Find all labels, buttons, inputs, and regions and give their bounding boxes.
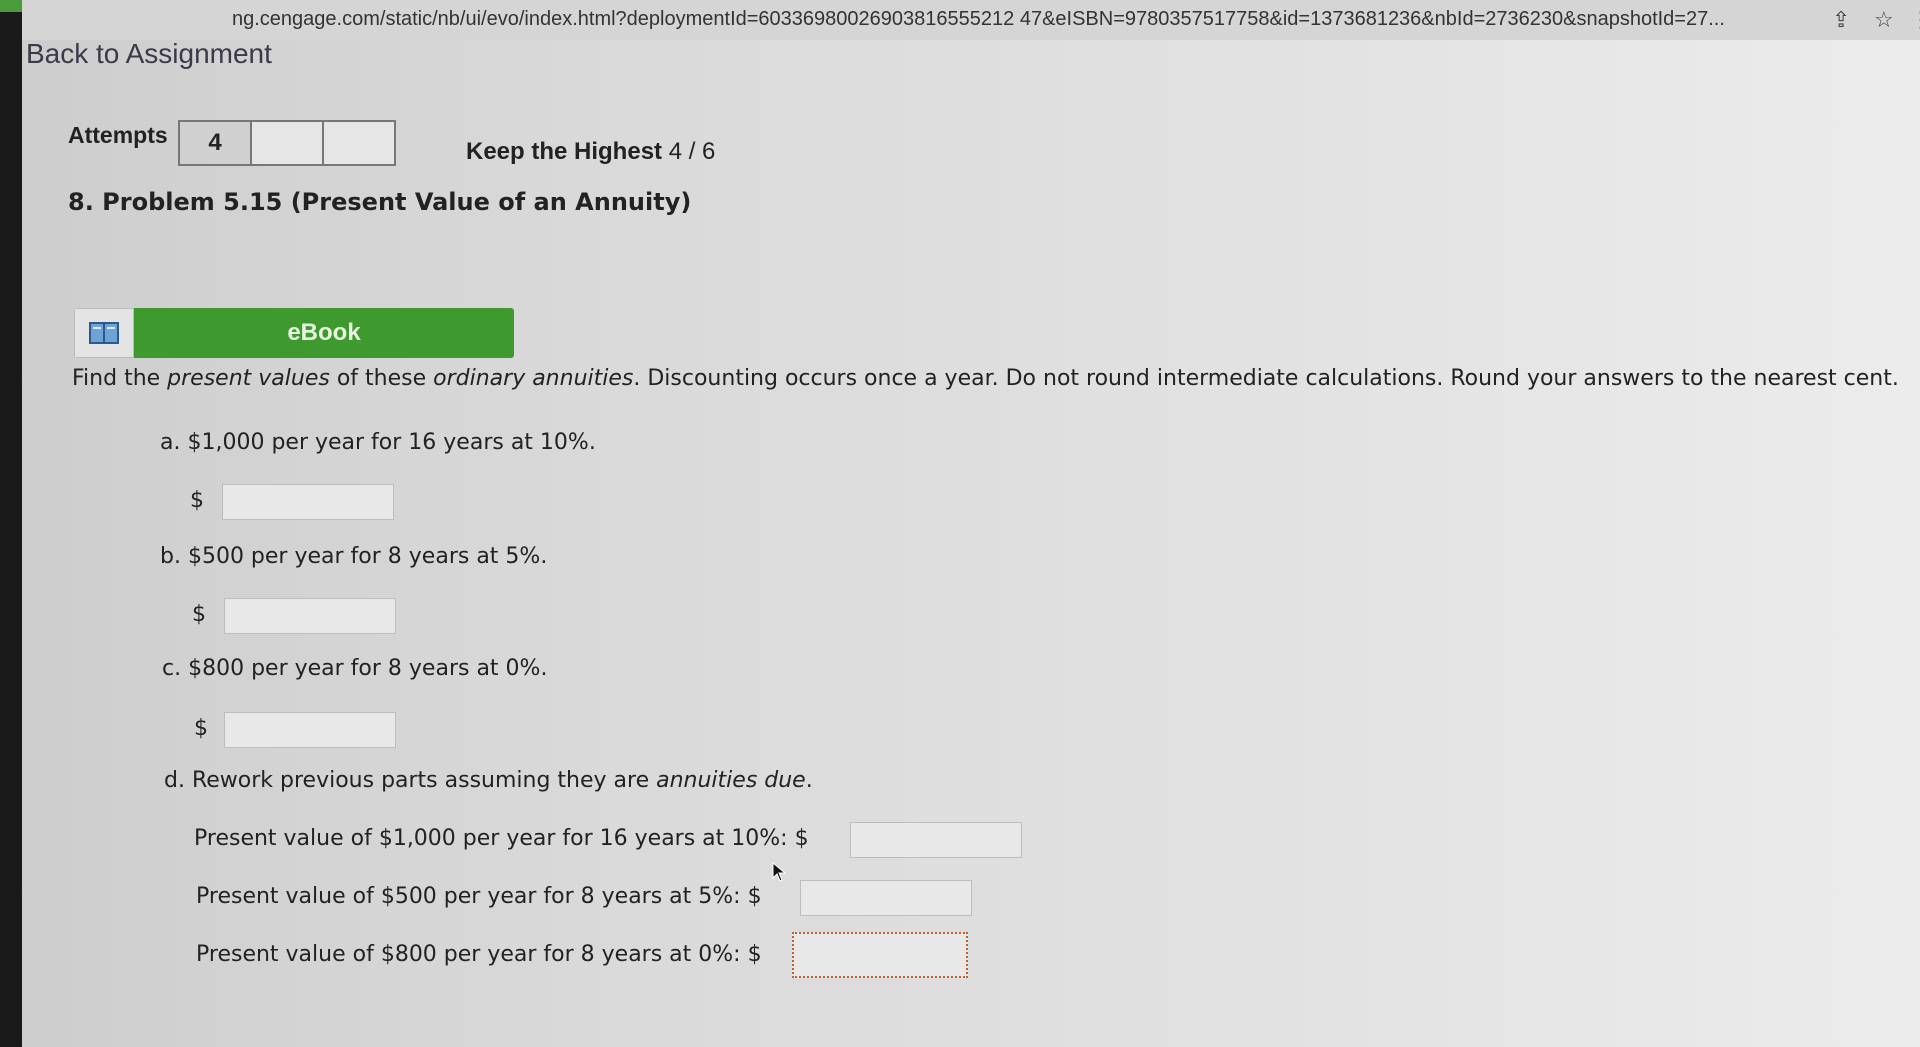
kebab-menu-icon[interactable]: ⋮ bbox=[1910, 8, 1920, 33]
part-d-emphasis: annuities due bbox=[656, 768, 806, 793]
part-d3-prompt: Present value of $800 per year for 8 yea… bbox=[196, 942, 762, 967]
screen-bezel bbox=[0, 0, 22, 1047]
part-b-prompt: b. $500 per year for 8 years at 5%. bbox=[160, 544, 548, 569]
attempts-boxes: 4 bbox=[178, 120, 396, 166]
share-icon[interactable]: ⇪ bbox=[1832, 8, 1850, 33]
attempt-box-3 bbox=[322, 120, 396, 166]
attempt-box-2 bbox=[250, 120, 324, 166]
address-bar[interactable]: ng.cengage.com/static/nb/ui/evo/index.ht… bbox=[22, 0, 1920, 40]
part-d3-answer-input[interactable] bbox=[792, 932, 968, 978]
attempts-label: Attempts bbox=[68, 122, 168, 148]
attempt-box-1: 4 bbox=[178, 120, 252, 166]
instructions-text-2: of these bbox=[329, 366, 434, 391]
screen: ng.cengage.com/static/nb/ui/evo/index.ht… bbox=[0, 0, 1920, 1047]
part-d2-answer-input[interactable] bbox=[800, 880, 972, 916]
part-a-prompt: a. $1,000 per year for 16 years at 10%. bbox=[160, 430, 596, 455]
part-c-answer-input[interactable] bbox=[224, 712, 396, 748]
part-b-answer-input[interactable] bbox=[224, 598, 396, 634]
part-d-text: d. Rework previous parts assuming they a… bbox=[164, 768, 657, 793]
part-d-prompt: d. Rework previous parts assuming they a… bbox=[164, 768, 813, 793]
part-c-dollar: $ bbox=[194, 716, 208, 741]
part-d1-answer-input[interactable] bbox=[850, 822, 1022, 858]
part-a-dollar: $ bbox=[190, 488, 204, 513]
ebook-label[interactable]: eBook bbox=[134, 308, 514, 358]
instructions-text-1: Find the bbox=[72, 366, 168, 391]
instructions-emphasis-1: present values bbox=[167, 366, 330, 391]
part-d1-prompt: Present value of $1,000 per year for 16 … bbox=[194, 826, 809, 851]
mouse-cursor-icon bbox=[772, 862, 786, 882]
instructions-emphasis-2: ordinary annuities bbox=[433, 366, 634, 391]
part-b-dollar: $ bbox=[192, 602, 206, 627]
problem-title: 8. Problem 5.15 (Present Value of an Ann… bbox=[68, 188, 692, 216]
ebook-button[interactable]: eBook bbox=[74, 308, 514, 358]
star-icon[interactable]: ☆ bbox=[1874, 8, 1894, 33]
part-d2-prompt: Present value of $500 per year for 8 yea… bbox=[196, 884, 762, 909]
instructions: Find the present values of these ordinar… bbox=[72, 366, 1902, 391]
url-text[interactable]: ng.cengage.com/static/nb/ui/evo/index.ht… bbox=[232, 8, 1725, 31]
book-icon[interactable] bbox=[74, 308, 134, 358]
instructions-text-3: . Discounting occurs once a year. Do not… bbox=[633, 366, 1899, 391]
part-d-period: . bbox=[805, 768, 813, 793]
keep-highest: Keep the Highest 4 / 6 bbox=[466, 138, 715, 166]
back-to-assignment-link[interactable]: Back to Assignment bbox=[26, 38, 272, 70]
part-c-prompt: c. $800 per year for 8 years at 0%. bbox=[162, 656, 548, 681]
keep-highest-label: Keep the Highest bbox=[466, 138, 663, 165]
part-a-answer-input[interactable] bbox=[222, 484, 394, 520]
keep-highest-value: 4 / 6 bbox=[668, 138, 716, 165]
